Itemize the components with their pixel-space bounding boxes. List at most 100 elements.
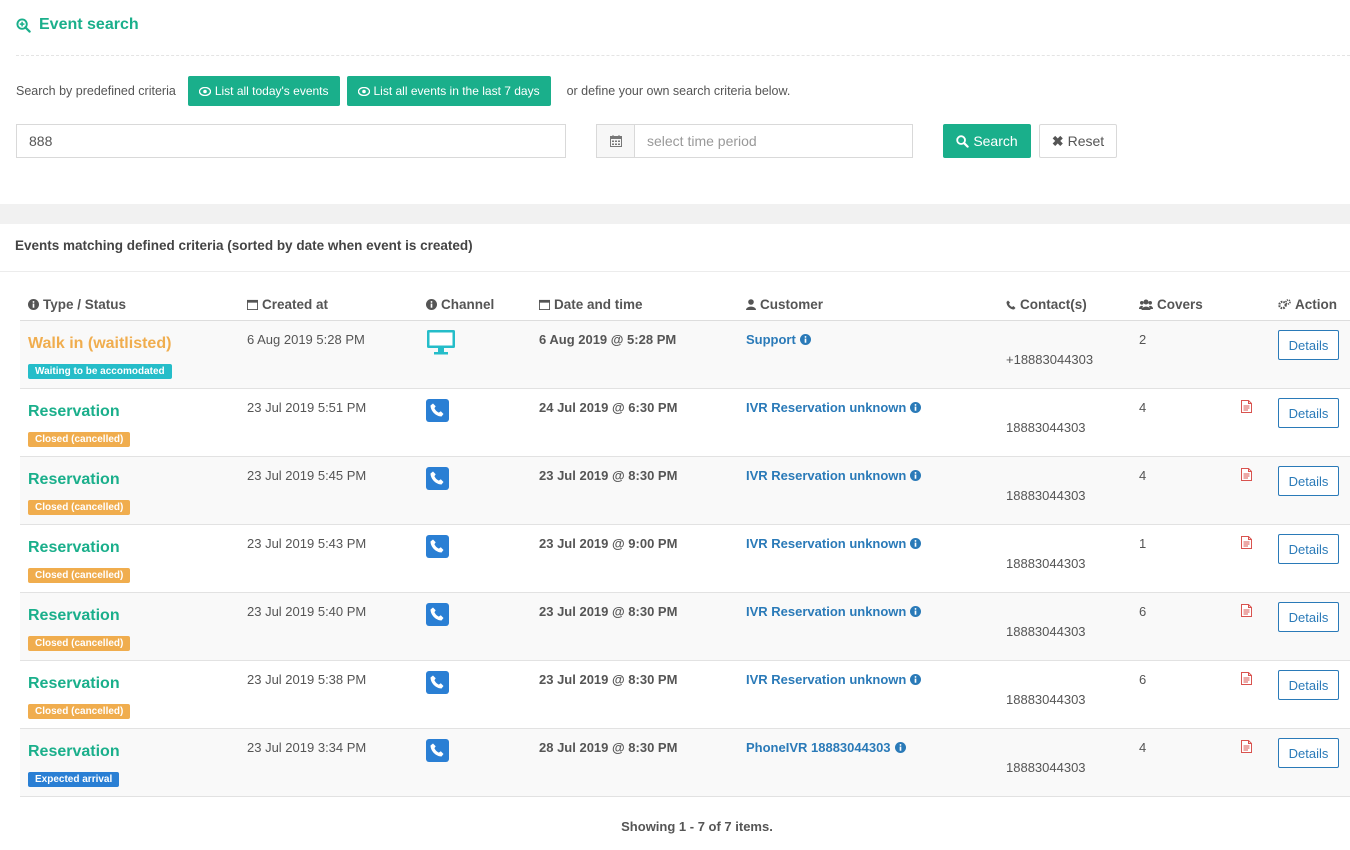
header-customer[interactable]: Customer (746, 297, 823, 312)
contact-number: 18883044303 (1006, 556, 1086, 571)
document-icon[interactable] (1241, 400, 1252, 413)
details-button[interactable]: Details (1278, 466, 1339, 496)
info-circle-icon[interactable] (799, 334, 811, 345)
calendar-addon[interactable] (597, 125, 635, 157)
header-created[interactable]: Created at (247, 297, 328, 312)
table-row: Reservation Closed (cancelled) 23 Jul 2019… (20, 457, 1350, 525)
customer-link[interactable]: IVR Reservation unknown (746, 400, 922, 415)
created-at: 6 Aug 2019 5:28 PM (247, 332, 365, 347)
event-datetime: 6 Aug 2019 @ 5:28 PM (539, 332, 677, 347)
list-today-button[interactable]: List all today's events (187, 76, 340, 106)
customer-link[interactable]: IVR Reservation unknown (746, 468, 922, 483)
note-indicator[interactable] (1241, 740, 1252, 756)
header-label: Date and time (554, 297, 643, 312)
info-circle-icon[interactable] (910, 470, 922, 481)
channel-indicator (426, 535, 449, 561)
date-period-input[interactable] (635, 125, 912, 157)
details-button[interactable]: Details (1278, 602, 1339, 632)
header-label: Contact(s) (1020, 297, 1087, 312)
close-icon: ✖ (1051, 132, 1064, 149)
event-datetime: 23 Jul 2019 @ 9:00 PM (539, 536, 678, 551)
contact-number: 18883044303 (1006, 488, 1086, 503)
customer-link[interactable]: IVR Reservation unknown (746, 604, 922, 619)
info-circle-icon[interactable] (910, 606, 922, 617)
search-panel: Event search Search by predefined criter… (0, 0, 1350, 204)
customer-link[interactable]: IVR Reservation unknown (746, 536, 922, 551)
channel-indicator (426, 329, 456, 358)
customer-name[interactable]: IVR Reservation unknown (746, 672, 906, 687)
document-icon[interactable] (1241, 672, 1252, 685)
info-circle-icon[interactable] (910, 402, 922, 413)
event-type[interactable]: Reservation (28, 539, 120, 557)
customer-name[interactable]: IVR Reservation unknown (746, 400, 906, 415)
covers-count: 4 (1139, 740, 1147, 755)
note-indicator[interactable] (1241, 468, 1252, 484)
details-button[interactable]: Details (1278, 330, 1339, 360)
customer-name[interactable]: IVR Reservation unknown (746, 604, 906, 619)
details-button[interactable]: Details (1278, 738, 1339, 768)
channel-indicator (426, 399, 449, 425)
info-circle-icon[interactable] (894, 742, 906, 753)
customer-name[interactable]: PhoneIVR 18883044303 (746, 740, 891, 755)
document-icon[interactable] (1241, 740, 1252, 753)
info-circle-icon[interactable] (910, 674, 922, 685)
event-type[interactable]: Walk in (waitlisted) (28, 335, 171, 353)
customer-link[interactable]: Support (746, 332, 811, 347)
header-covers[interactable]: Covers (1139, 297, 1203, 312)
info-circle-icon[interactable] (910, 538, 922, 549)
note-indicator[interactable] (1241, 400, 1252, 416)
header-label: Channel (441, 297, 495, 312)
event-type[interactable]: Reservation (28, 607, 120, 625)
note-indicator[interactable] (1241, 604, 1252, 620)
event-type[interactable]: Reservation (28, 743, 120, 761)
reset-button-label: Reset (1067, 133, 1105, 149)
customer-link[interactable]: IVR Reservation unknown (746, 672, 922, 687)
header-datetime[interactable]: Date and time (539, 297, 643, 312)
channel-indicator (426, 739, 449, 765)
info-circle-icon (28, 299, 39, 310)
calendar-icon (609, 135, 622, 147)
event-datetime: 28 Jul 2019 @ 8:30 PM (539, 740, 678, 755)
predefined-criteria: Search by predefined criteria List all t… (16, 76, 790, 106)
customer-name[interactable]: Support (746, 332, 796, 347)
header-label: Created at (262, 297, 329, 312)
pagination-summary: Showing 1 - 7 of 7 items. (621, 819, 773, 834)
created-at: 23 Jul 2019 5:38 PM (247, 672, 367, 687)
customer-link[interactable]: PhoneIVR 18883044303 (746, 740, 906, 755)
header-contacts[interactable]: Contact(s) (1006, 297, 1087, 312)
or-text: or define your own search criteria below… (566, 84, 791, 98)
list-week-button[interactable]: List all events in the last 7 days (346, 76, 551, 106)
reset-button[interactable]: ✖ Reset (1039, 124, 1117, 158)
details-button[interactable]: Details (1278, 670, 1339, 700)
document-icon[interactable] (1241, 536, 1252, 549)
list-today-label: List all today's events (214, 84, 329, 98)
event-type[interactable]: Reservation (28, 403, 120, 421)
document-icon[interactable] (1241, 468, 1252, 481)
status-badge: Closed (cancelled) (28, 432, 131, 447)
header-channel[interactable]: Channel (426, 297, 494, 312)
note-indicator[interactable] (1241, 536, 1252, 552)
table-row: Reservation Expected arrival 23 Jul 2019 3… (20, 729, 1350, 797)
document-icon[interactable] (1241, 604, 1252, 617)
customer-name[interactable]: IVR Reservation unknown (746, 468, 906, 483)
event-type[interactable]: Reservation (28, 471, 120, 489)
search-button[interactable]: Search (943, 124, 1031, 158)
covers-count: 1 (1139, 536, 1147, 551)
status-badge: Expected arrival (28, 772, 120, 787)
calendar-icon (247, 299, 258, 310)
users-icon (1139, 299, 1153, 310)
event-type[interactable]: Reservation (28, 675, 120, 693)
status-badge: Closed (cancelled) (28, 636, 131, 651)
customer-name[interactable]: IVR Reservation unknown (746, 536, 906, 551)
page-title-text: Event search (39, 16, 139, 33)
table-row: Walk in (waitlisted) Waiting to be accomo… (20, 321, 1350, 389)
details-button[interactable]: Details (1278, 398, 1339, 428)
covers-count: 6 (1139, 672, 1147, 687)
header-type-status[interactable]: Type / Status (28, 297, 126, 312)
table-row: Reservation Closed (cancelled) 23 Jul 2019… (20, 525, 1350, 593)
note-indicator[interactable] (1241, 672, 1252, 688)
search-input[interactable] (16, 124, 566, 158)
details-button[interactable]: Details (1278, 534, 1339, 564)
section-separator (0, 204, 1350, 224)
search-button-label: Search (973, 133, 1018, 149)
